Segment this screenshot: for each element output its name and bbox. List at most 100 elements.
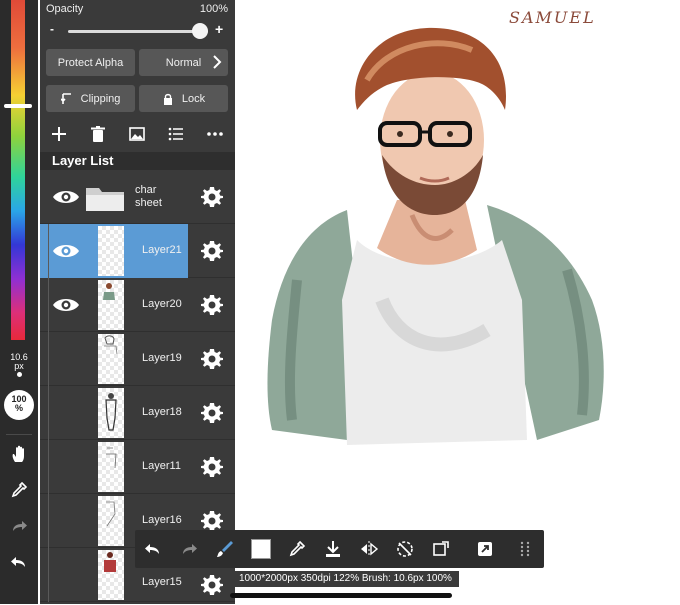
thumbnail-sketch bbox=[104, 335, 118, 355]
list-icon[interactable] bbox=[166, 124, 186, 144]
clipping-arrow-icon bbox=[60, 92, 71, 104]
gear-icon[interactable] bbox=[201, 348, 223, 370]
layer-name: Layer16 bbox=[142, 514, 182, 526]
protect-alpha-label: Protect Alpha bbox=[57, 56, 124, 69]
visibility-eye-icon[interactable] bbox=[52, 295, 80, 315]
gear-icon[interactable] bbox=[201, 186, 223, 208]
chevron-right-icon bbox=[213, 55, 222, 69]
redo-icon[interactable] bbox=[179, 539, 199, 559]
layer-thumbnail bbox=[98, 388, 124, 438]
divider bbox=[6, 434, 32, 435]
transform-icon[interactable] bbox=[431, 539, 451, 559]
gear-icon[interactable] bbox=[201, 574, 223, 596]
more-options-icon[interactable] bbox=[205, 124, 225, 144]
opacity-value: 100% bbox=[199, 3, 228, 15]
indent-line bbox=[48, 548, 49, 602]
visibility-eye-icon[interactable] bbox=[52, 241, 80, 261]
layer-thumbnail bbox=[98, 334, 124, 384]
color-slider-handle[interactable] bbox=[4, 104, 32, 108]
undo-icon[interactable] bbox=[143, 539, 163, 559]
layer-name: Layer19 bbox=[142, 352, 182, 364]
status-bar: 1000*2000px 350dpi 122% Brush: 10.6px 10… bbox=[235, 571, 459, 587]
opacity-increase-button[interactable]: + bbox=[215, 21, 223, 37]
indent-line bbox=[48, 278, 49, 332]
gear-icon[interactable] bbox=[201, 294, 223, 316]
lock-icon bbox=[163, 93, 172, 105]
indent-line bbox=[48, 386, 49, 440]
lock-button[interactable]: Lock bbox=[139, 85, 228, 112]
layer-name: Layer20 bbox=[142, 298, 182, 310]
clipping-label: Clipping bbox=[80, 92, 121, 105]
blend-mode-value: Normal bbox=[165, 56, 202, 69]
trash-icon[interactable] bbox=[88, 124, 108, 144]
layer-row[interactable]: Layer19 bbox=[40, 332, 235, 386]
flip-horizontal-icon[interactable] bbox=[359, 539, 379, 559]
indent-line bbox=[48, 440, 49, 494]
eyedropper-icon[interactable] bbox=[9, 480, 29, 500]
drawing-canvas[interactable]: SAMUEL bbox=[237, 0, 680, 604]
share-icon[interactable] bbox=[475, 539, 495, 559]
color-swatch[interactable] bbox=[251, 539, 271, 559]
brush-opacity-button[interactable]: 100 % bbox=[4, 390, 34, 420]
layer-thumbnail bbox=[98, 226, 124, 276]
layer-panel: Opacity 100% - + Protect Alpha Normal Cl… bbox=[40, 0, 235, 604]
brush-opacity-unit: % bbox=[14, 403, 23, 413]
layer-name: Layer18 bbox=[142, 406, 182, 418]
undo-icon[interactable] bbox=[9, 552, 29, 572]
brush-tool-icon[interactable] bbox=[215, 539, 235, 559]
brush-dot-icon bbox=[16, 372, 22, 377]
hand-icon[interactable] bbox=[9, 444, 29, 464]
drag-handle-icon[interactable] bbox=[515, 539, 535, 559]
layer-name: Layer11 bbox=[142, 460, 181, 472]
layer-row-folder[interactable]: char sheet bbox=[40, 170, 235, 224]
layer-toolbar bbox=[40, 120, 235, 148]
thumbnail-figure bbox=[104, 552, 116, 572]
layer-row[interactable]: Layer20 bbox=[40, 278, 235, 332]
download-icon[interactable] bbox=[323, 539, 343, 559]
redo-icon[interactable] bbox=[9, 516, 29, 536]
gear-icon[interactable] bbox=[201, 402, 223, 424]
gear-icon[interactable] bbox=[201, 510, 223, 532]
indent-line bbox=[48, 332, 49, 386]
opacity-slider-handle[interactable] bbox=[192, 23, 208, 39]
protect-alpha-button[interactable]: Protect Alpha bbox=[46, 49, 135, 76]
opacity-label: Opacity bbox=[46, 3, 84, 15]
rotate-canvas-icon[interactable] bbox=[395, 539, 415, 559]
portrait-illustration bbox=[267, 27, 604, 445]
gear-icon[interactable] bbox=[201, 456, 223, 478]
layer-name: Layer15 bbox=[142, 576, 182, 588]
add-layer-icon[interactable] bbox=[49, 124, 69, 144]
layer-thumbnail bbox=[98, 442, 124, 492]
opacity-decrease-button[interactable]: - bbox=[50, 22, 54, 36]
color-slider[interactable] bbox=[11, 0, 25, 340]
thumbnail-figure bbox=[103, 283, 115, 300]
thumbnail-sketch bbox=[106, 501, 116, 527]
gear-icon[interactable] bbox=[201, 240, 223, 262]
eyedropper-icon[interactable] bbox=[287, 539, 307, 559]
home-indicator bbox=[230, 593, 452, 598]
thumbnail-sketch bbox=[106, 447, 117, 469]
lock-label: Lock bbox=[181, 92, 206, 105]
layer-row[interactable]: Layer11 bbox=[40, 440, 235, 494]
clipping-button[interactable]: Clipping bbox=[46, 85, 135, 112]
folder-name: char sheet bbox=[135, 184, 162, 209]
tool-strip: 10.6 px 100 % bbox=[0, 0, 38, 604]
layer-row[interactable]: Layer21 bbox=[40, 224, 235, 278]
thumbnail-figure bbox=[105, 393, 117, 431]
indent-line bbox=[48, 224, 49, 278]
brush-size-indicator[interactable]: 10.6 px bbox=[0, 353, 38, 377]
blend-mode-select[interactable]: Normal bbox=[139, 49, 228, 76]
layer-thumbnail bbox=[98, 496, 124, 546]
layer-row[interactable]: Layer18 bbox=[40, 386, 235, 440]
image-import-icon[interactable] bbox=[127, 124, 147, 144]
brush-size-unit: px bbox=[14, 361, 24, 371]
layer-name: Layer21 bbox=[142, 244, 182, 256]
opacity-slider[interactable] bbox=[68, 30, 208, 33]
layer-list-title: Layer List bbox=[40, 152, 235, 170]
layer-thumbnail bbox=[98, 550, 124, 600]
layer-thumbnail bbox=[98, 280, 124, 330]
indent-line bbox=[48, 494, 49, 548]
floating-toolbar bbox=[135, 530, 544, 568]
folder-icon bbox=[86, 188, 124, 211]
visibility-eye-icon[interactable] bbox=[52, 187, 80, 207]
